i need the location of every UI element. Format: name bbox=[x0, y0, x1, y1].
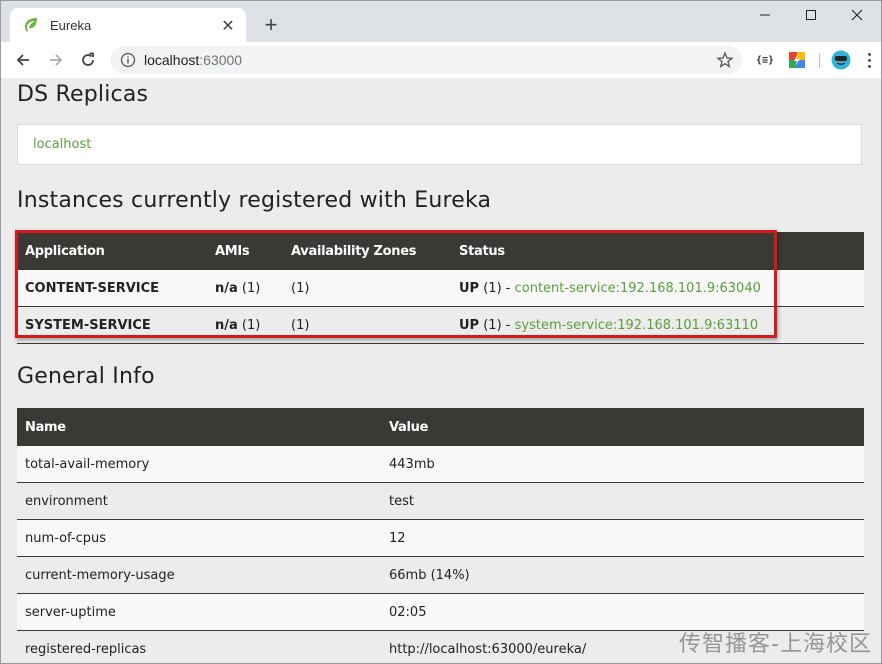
application-cell: CONTENT-SERVICE bbox=[17, 270, 207, 307]
maximize-button[interactable] bbox=[788, 2, 834, 28]
instance-link[interactable]: content-service:192.168.101.9:63040 bbox=[515, 281, 761, 296]
ami-value: n/a bbox=[215, 317, 238, 333]
browser-tab[interactable]: Eureka ✕ bbox=[10, 8, 246, 42]
address-bar[interactable]: localhost:63000 bbox=[110, 46, 742, 74]
reload-button[interactable] bbox=[75, 47, 101, 73]
info-value: 66mb (14%) bbox=[381, 556, 864, 594]
column-header: Name bbox=[17, 408, 381, 446]
info-name: num-of-cpus bbox=[17, 519, 381, 557]
tab-title: Eureka bbox=[50, 17, 92, 33]
ami-cell: n/a (1) bbox=[207, 306, 283, 344]
general-table-header: Name Value bbox=[17, 408, 864, 446]
ami-count: (1) bbox=[237, 317, 261, 333]
zones-cell: (1) bbox=[283, 270, 451, 307]
info-name: current-memory-usage bbox=[17, 556, 381, 594]
instances-heading: Instances currently registered with Eure… bbox=[17, 188, 492, 213]
json-viewer-extension-icon[interactable]: {≡} bbox=[754, 49, 776, 71]
back-arrow-icon bbox=[16, 54, 29, 66]
info-value: test bbox=[381, 482, 864, 520]
color-extension-icon[interactable] bbox=[786, 49, 808, 71]
minimize-icon bbox=[760, 14, 770, 16]
status-up: UP bbox=[459, 280, 480, 296]
instances-table: Application AMIs Availability Zones Stat… bbox=[17, 232, 864, 344]
table-row: server-uptime 02:05 bbox=[17, 593, 864, 631]
maximize-icon bbox=[806, 10, 816, 20]
bookmark-star-icon[interactable] bbox=[716, 51, 734, 69]
eureka-dashboard: DS Replicas localhost Instances currentl… bbox=[0, 78, 882, 664]
url-host: localhost bbox=[144, 52, 200, 68]
zones-cell: (1) bbox=[283, 306, 451, 344]
url-port: :63000 bbox=[199, 52, 243, 68]
ami-count: (1) bbox=[237, 280, 261, 296]
column-header: Value bbox=[381, 408, 864, 446]
avatar-icon bbox=[831, 50, 851, 70]
tab-close-icon[interactable]: ✕ bbox=[216, 13, 240, 37]
status-cell: UP (1) - content-service:192.168.101.9:6… bbox=[451, 270, 864, 307]
table-row: current-memory-usage 66mb (14%) bbox=[17, 556, 864, 594]
table-row: environment test bbox=[17, 482, 864, 520]
window-close-icon bbox=[851, 9, 863, 21]
back-button[interactable] bbox=[10, 47, 36, 73]
status-cell: UP (1) - system-service:192.168.101.9:63… bbox=[451, 306, 864, 344]
column-header: Application bbox=[17, 232, 207, 270]
url-text: localhost:63000 bbox=[144, 52, 242, 68]
status-count: (1) - bbox=[479, 317, 515, 333]
status-up: UP bbox=[459, 317, 480, 333]
ds-replicas-list: localhost bbox=[17, 124, 862, 165]
info-name: server-uptime bbox=[17, 593, 381, 631]
color-grid-icon bbox=[789, 52, 805, 68]
new-tab-button[interactable]: + bbox=[258, 12, 284, 38]
info-name: total-avail-memory bbox=[17, 446, 381, 483]
info-name: environment bbox=[17, 482, 381, 520]
general-info-heading: General Info bbox=[17, 364, 155, 389]
browser-chrome: Eureka ✕ + localhost:63000 {≡} bbox=[0, 0, 882, 78]
forward-button[interactable] bbox=[43, 47, 69, 73]
minimize-button[interactable] bbox=[742, 2, 788, 28]
window-close-button[interactable] bbox=[834, 2, 880, 28]
column-header: Status bbox=[451, 232, 864, 270]
browser-menu-icon[interactable] bbox=[862, 49, 876, 71]
table-row: CONTENT-SERVICE n/a (1) (1) UP (1) - con… bbox=[17, 270, 864, 307]
table-row: num-of-cpus 12 bbox=[17, 519, 864, 557]
spring-leaf-icon bbox=[25, 18, 37, 32]
info-icon[interactable] bbox=[120, 52, 136, 68]
reload-icon bbox=[82, 52, 94, 66]
ds-replicas-heading: DS Replicas bbox=[17, 82, 149, 107]
table-row: SYSTEM-SERVICE n/a (1) (1) UP (1) - syst… bbox=[17, 306, 864, 344]
browser-toolbar: localhost:63000 {≡} bbox=[0, 42, 882, 78]
instance-link[interactable]: system-service:192.168.101.9:63110 bbox=[515, 318, 758, 333]
toolbar-separator bbox=[819, 54, 820, 68]
ami-value: n/a bbox=[215, 280, 238, 296]
info-value: 12 bbox=[381, 519, 864, 557]
info-value: 443mb bbox=[381, 446, 864, 483]
table-row: total-avail-memory 443mb bbox=[17, 446, 864, 483]
replica-link[interactable]: localhost bbox=[33, 137, 91, 152]
column-header: Availability Zones bbox=[283, 232, 451, 270]
forward-arrow-icon bbox=[50, 54, 63, 66]
column-header: AMIs bbox=[207, 232, 283, 270]
info-value: 02:05 bbox=[381, 593, 864, 631]
ami-cell: n/a (1) bbox=[207, 270, 283, 307]
status-count: (1) - bbox=[479, 280, 515, 296]
watermark-text: 传智播客-上海校区 bbox=[679, 632, 872, 657]
application-cell: SYSTEM-SERVICE bbox=[17, 306, 207, 344]
profile-avatar[interactable] bbox=[830, 49, 852, 71]
info-name: registered-replicas bbox=[17, 630, 381, 664]
instances-table-header: Application AMIs Availability Zones Stat… bbox=[17, 232, 864, 270]
